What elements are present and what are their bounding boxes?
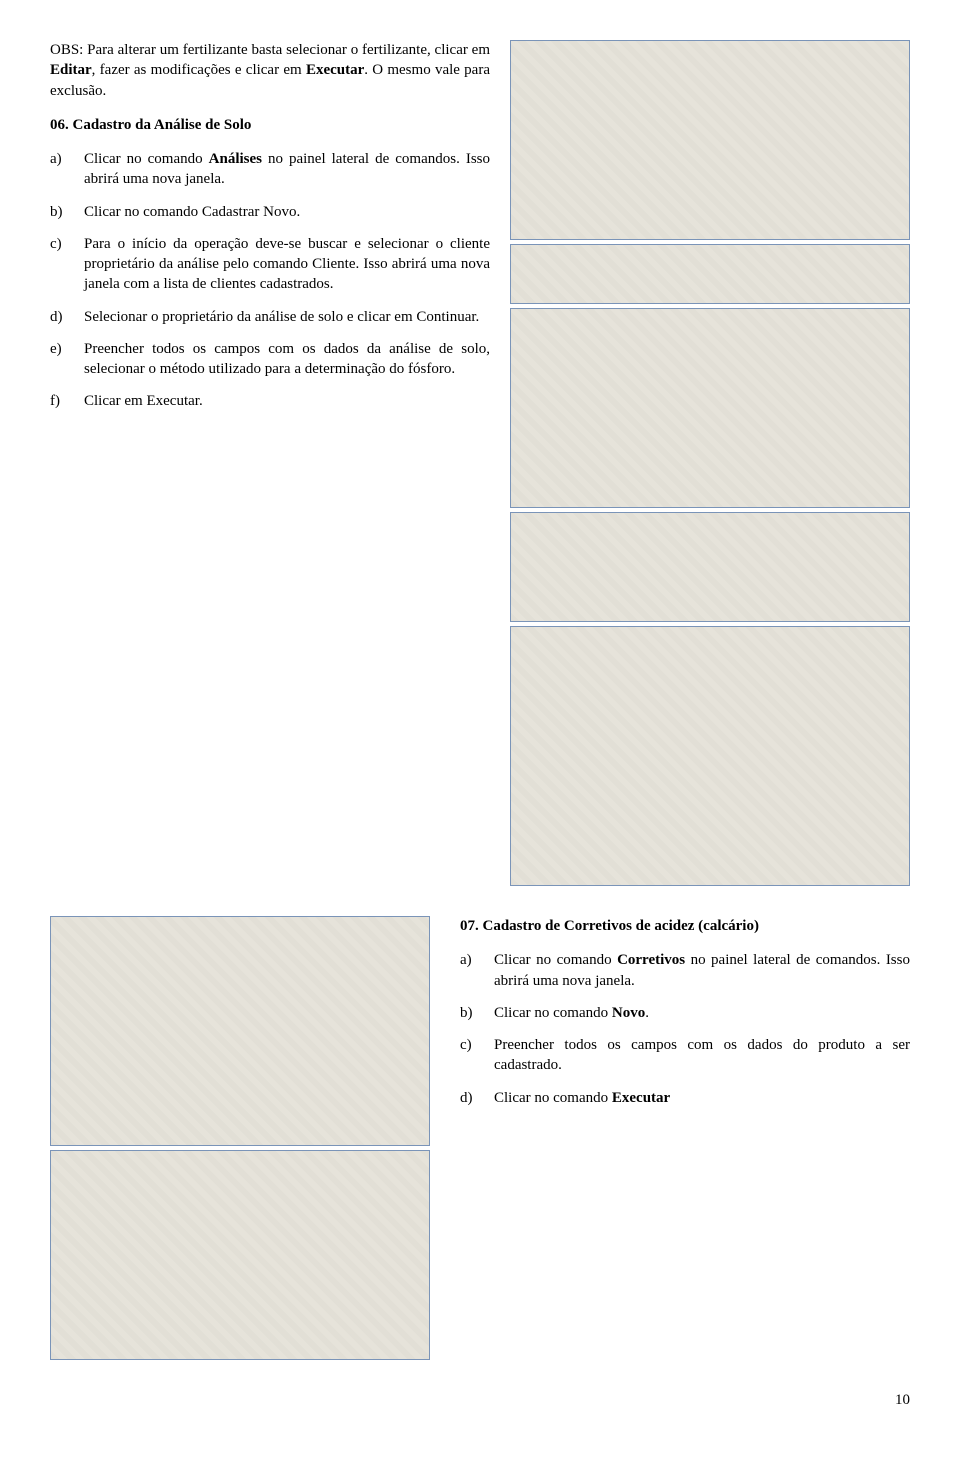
screenshot-corretivos-window bbox=[50, 1150, 430, 1360]
screenshot-analises-header bbox=[510, 244, 910, 304]
obs-editar: Editar bbox=[50, 62, 92, 78]
item-07d-pre: Clicar no comando bbox=[494, 1090, 612, 1106]
item-07a: a) Clicar no comando Corretivos no paine… bbox=[460, 950, 910, 991]
item-06f-text: Clicar em Executar. bbox=[84, 391, 490, 411]
item-07c: c) Preencher todos os campos com os dado… bbox=[460, 1035, 910, 1076]
item-07c-text: Preencher todos os campos com os dados d… bbox=[494, 1035, 910, 1076]
item-07a-bold: Corretivos bbox=[617, 952, 685, 968]
item-06f-label: f) bbox=[50, 391, 74, 411]
screenshot-analise-form-1 bbox=[510, 512, 910, 622]
section-07-title: 07. Cadastro de Corretivos de acidez (ca… bbox=[460, 916, 910, 936]
item-07c-label: c) bbox=[460, 1035, 484, 1076]
obs-mid: , fazer as modificações e clicar em bbox=[92, 62, 306, 78]
item-06e-label: e) bbox=[50, 339, 74, 380]
item-07b-label: b) bbox=[460, 1003, 484, 1023]
section-06-title: 06. Cadastro da Análise de Solo bbox=[50, 115, 490, 135]
item-06a-bold: Análises bbox=[209, 151, 262, 167]
item-06a-pre: Clicar no comando bbox=[84, 151, 209, 167]
item-07b-pre: Clicar no comando bbox=[494, 1005, 612, 1021]
item-06b-text: Clicar no comando Cadastrar Novo. bbox=[84, 202, 490, 222]
item-06b: b) Clicar no comando Cadastrar Novo. bbox=[50, 202, 490, 222]
obs-text: OBS: Para alterar um fertilizante basta … bbox=[50, 42, 490, 58]
item-06f: f) Clicar em Executar. bbox=[50, 391, 490, 411]
item-06b-label: b) bbox=[50, 202, 74, 222]
item-07b-post: . bbox=[645, 1005, 649, 1021]
screenshot-cadub-main bbox=[510, 40, 910, 240]
item-07d: d) Clicar no comando Executar bbox=[460, 1088, 910, 1108]
page-number: 10 bbox=[50, 1390, 910, 1410]
obs-paragraph: OBS: Para alterar um fertilizante basta … bbox=[50, 40, 490, 101]
item-07d-bold: Executar bbox=[612, 1090, 670, 1106]
item-07a-label: a) bbox=[460, 950, 484, 991]
item-06d-text: Selecionar o proprietário da análise de … bbox=[84, 307, 490, 327]
screenshot-clientes-cadastrados bbox=[510, 308, 910, 508]
screenshot-analise-form-2 bbox=[510, 626, 910, 886]
item-07b-bold: Novo bbox=[612, 1005, 645, 1021]
item-06c-text: Para o início da operação deve-se buscar… bbox=[84, 234, 490, 295]
item-06d: d) Selecionar o proprietário da análise … bbox=[50, 307, 490, 327]
item-07d-label: d) bbox=[460, 1088, 484, 1108]
item-06a-label: a) bbox=[50, 149, 74, 190]
item-07a-pre: Clicar no comando bbox=[494, 952, 617, 968]
item-07b: b) Clicar no comando Novo. bbox=[460, 1003, 910, 1023]
item-06e: e) Preencher todos os campos com os dado… bbox=[50, 339, 490, 380]
obs-executar: Executar bbox=[306, 62, 364, 78]
item-06d-label: d) bbox=[50, 307, 74, 327]
item-06e-text: Preencher todos os campos com os dados d… bbox=[84, 339, 490, 380]
item-06a: a) Clicar no comando Análises no painel … bbox=[50, 149, 490, 190]
screenshot-sidebar-corretivos bbox=[50, 916, 430, 1146]
item-06c-label: c) bbox=[50, 234, 74, 295]
item-06c: c) Para o início da operação deve-se bus… bbox=[50, 234, 490, 295]
